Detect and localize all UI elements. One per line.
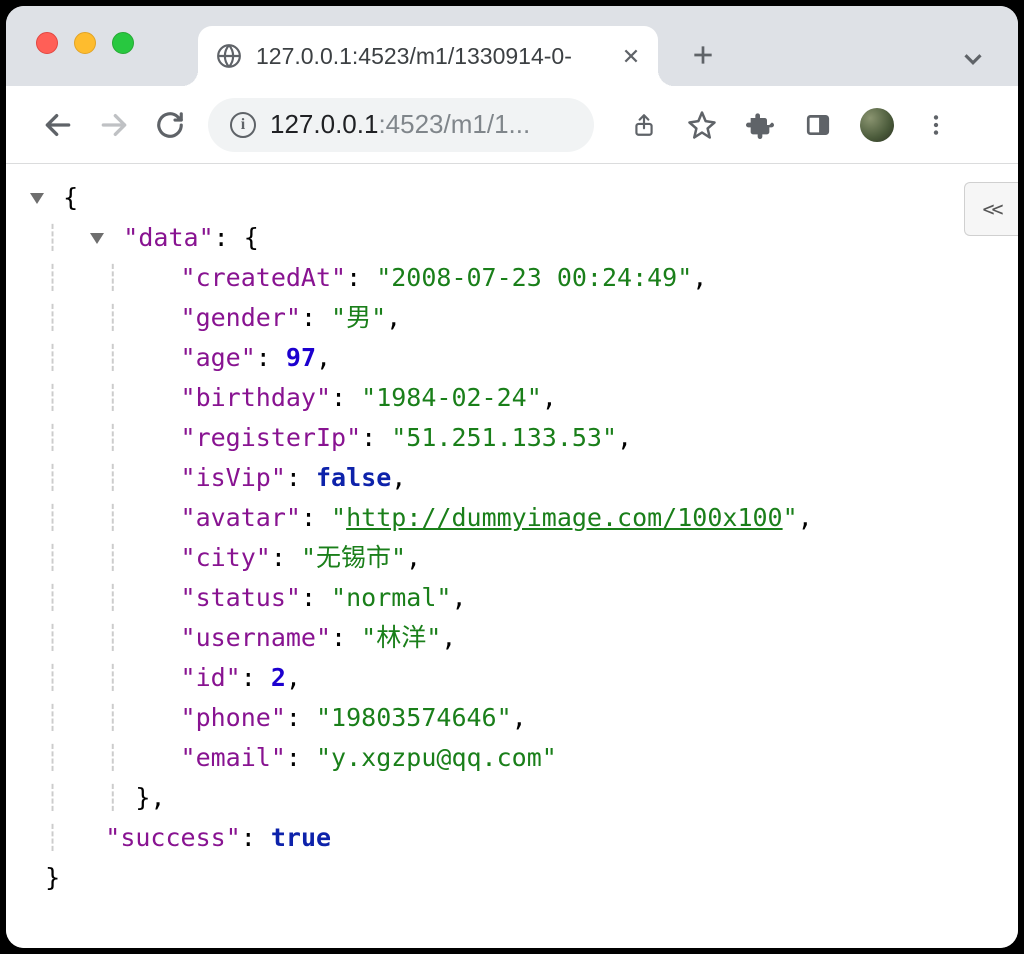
json-field-username: ┊ ┊ "username": "林洋",: [30, 618, 994, 658]
tab-strip: 127.0.0.1:4523/m1/1330914-0-: [6, 6, 1018, 86]
json-viewer: << { ┊ "data": { ┊ ┊ "createdAt": "2008-…: [6, 164, 1018, 948]
share-button[interactable]: [628, 109, 660, 141]
json-success-line: ┊ "success": true: [30, 818, 994, 858]
json-field-registerIp: ┊ ┊ "registerIp": "51.251.133.53",: [30, 418, 994, 458]
json-root-open: {: [30, 178, 994, 218]
maximize-window-button[interactable]: [112, 32, 134, 54]
json-data-close: ┊ ┊ },: [30, 778, 994, 818]
side-panel-button[interactable]: [802, 109, 834, 141]
close-window-button[interactable]: [36, 32, 58, 54]
json-field-id: ┊ ┊ "id": 2,: [30, 658, 994, 698]
toggle-icon[interactable]: [90, 233, 104, 244]
json-field-age: ┊ ┊ "age": 97,: [30, 338, 994, 378]
active-tab[interactable]: 127.0.0.1:4523/m1/1330914-0-: [198, 26, 658, 86]
extensions-button[interactable]: [744, 109, 776, 141]
json-field-avatar: ┊ ┊ "avatar": "http://dummyimage.com/100…: [30, 498, 994, 538]
json-field-email: ┊ ┊ "email": "y.xgzpu@qq.com": [30, 738, 994, 778]
site-info-icon[interactable]: i: [230, 112, 256, 138]
back-button[interactable]: [40, 107, 76, 143]
json-field-createdAt: ┊ ┊ "createdAt": "2008-07-23 00:24:49",: [30, 258, 994, 298]
json-field-city: ┊ ┊ "city": "无锡市",: [30, 538, 994, 578]
profile-avatar[interactable]: [860, 108, 894, 142]
toolbar-actions: [628, 108, 952, 142]
json-root-close: }: [30, 858, 994, 898]
json-field-status: ┊ ┊ "status": "normal",: [30, 578, 994, 618]
json-data-open: ┊ "data": {: [30, 218, 994, 258]
address-bar[interactable]: i 127.0.0.1:4523/m1/1...: [208, 98, 594, 152]
browser-window: 127.0.0.1:4523/m1/1330914-0- i 127.0.0.1…: [6, 6, 1018, 948]
bookmark-button[interactable]: [686, 109, 718, 141]
url-text: 127.0.0.1:4523/m1/1...: [270, 109, 576, 140]
toggle-icon[interactable]: [30, 193, 44, 204]
json-field-isVip: ┊ ┊ "isVip": false,: [30, 458, 994, 498]
json-field-birthday: ┊ ┊ "birthday": "1984-02-24",: [30, 378, 994, 418]
reload-button[interactable]: [152, 107, 188, 143]
minimize-window-button[interactable]: [74, 32, 96, 54]
tabs: 127.0.0.1:4523/m1/1330914-0-: [198, 16, 730, 86]
forward-button[interactable]: [96, 107, 132, 143]
menu-button[interactable]: [920, 109, 952, 141]
tab-title: 127.0.0.1:4523/m1/1330914-0-: [256, 43, 608, 70]
json-field-phone: ┊ ┊ "phone": "19803574646",: [30, 698, 994, 738]
collapse-panel-button[interactable]: <<: [964, 182, 1018, 236]
close-tab-button[interactable]: [622, 47, 640, 65]
new-tab-button[interactable]: [676, 28, 730, 82]
tab-overflow-button[interactable]: [958, 44, 988, 74]
window-controls: [36, 32, 134, 54]
globe-icon: [216, 43, 242, 69]
json-link[interactable]: http://dummyimage.com/100x100: [346, 503, 783, 532]
toolbar: i 127.0.0.1:4523/m1/1...: [6, 86, 1018, 164]
json-field-gender: ┊ ┊ "gender": "男",: [30, 298, 994, 338]
